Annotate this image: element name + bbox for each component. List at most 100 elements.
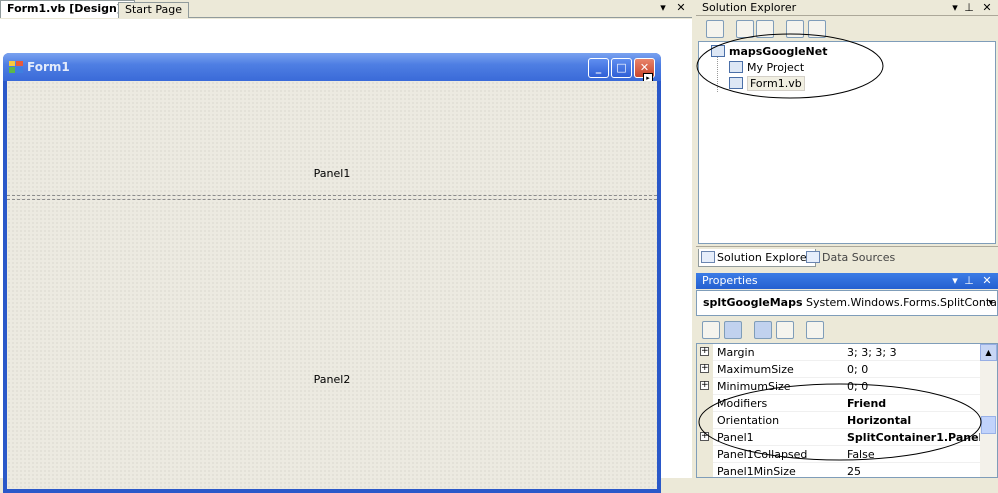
minimize-button[interactable]: _ bbox=[588, 58, 609, 78]
pane-close-icon[interactable]: ✕ bbox=[980, 274, 994, 288]
property-value[interactable]: 3; 3; 3; 3 bbox=[847, 344, 897, 361]
property-gutter: + bbox=[697, 361, 713, 378]
tab-data-sources[interactable]: Data Sources bbox=[804, 249, 899, 267]
form-icon bbox=[9, 61, 23, 73]
designer-area: Form1.vb [Design]* Start Page ▾ ✕ Form1 … bbox=[0, 0, 692, 493]
property-gutter bbox=[697, 412, 713, 429]
property-value[interactable]: Horizontal bbox=[847, 412, 911, 429]
panel2-label: Panel2 bbox=[313, 373, 351, 386]
property-row[interactable]: Panel1Collapsed False bbox=[697, 446, 980, 463]
form-file-icon bbox=[729, 77, 743, 89]
property-gutter bbox=[697, 446, 713, 463]
property-value[interactable]: 0; 0 bbox=[847, 361, 868, 378]
property-name: Panel1MinSize bbox=[717, 465, 796, 478]
scroll-up-icon[interactable]: ▲ bbox=[980, 344, 997, 361]
property-pages-icon[interactable] bbox=[806, 321, 824, 339]
property-name: MinimumSize bbox=[717, 380, 791, 393]
solution-tree: mapsGoogleNet My Project Form1.vb bbox=[698, 41, 996, 244]
property-row[interactable]: Modifiers Friend bbox=[697, 395, 980, 412]
pane-tab-strip: Solution Explorer Data Sources bbox=[696, 246, 998, 268]
scroll-thumb[interactable] bbox=[981, 416, 996, 434]
tree-item-label: Form1.vb bbox=[747, 76, 805, 91]
tab-start-page[interactable]: Start Page bbox=[118, 2, 189, 18]
object-selector[interactable]: spltGoogleMaps System.Windows.Forms.Spli… bbox=[696, 290, 998, 316]
property-value[interactable]: Friend bbox=[847, 395, 886, 412]
tree-lines bbox=[717, 56, 727, 92]
property-value[interactable]: SplitContainer1.Panel1 bbox=[847, 429, 990, 446]
property-row[interactable]: Panel1MinSize 25 bbox=[697, 463, 980, 478]
solution-explorer-icon bbox=[701, 251, 715, 263]
properties-toolbar bbox=[696, 318, 998, 342]
project-icon bbox=[711, 45, 725, 57]
properties-title: Properties bbox=[702, 274, 758, 287]
property-row[interactable]: + MinimumSize 0; 0 bbox=[697, 378, 980, 395]
view-code-icon[interactable] bbox=[786, 20, 804, 38]
tab-label: Solution Explorer bbox=[717, 251, 812, 264]
object-name: spltGoogleMaps bbox=[703, 296, 803, 309]
form-titlebar[interactable]: Form1 _ □ ✕ ▸ bbox=[3, 53, 661, 83]
panel1-label: Panel1 bbox=[313, 167, 351, 180]
view-designer-icon[interactable] bbox=[808, 20, 826, 38]
property-name: Panel1Collapsed bbox=[717, 448, 808, 461]
properties-view-icon[interactable] bbox=[754, 321, 772, 339]
property-name: Orientation bbox=[717, 414, 780, 427]
object-type: System.Windows.Forms.SplitContaine bbox=[806, 296, 998, 309]
properties-header: Properties ▾ ⊥ ✕ bbox=[696, 273, 998, 289]
tree-item-form1[interactable]: Form1.vb bbox=[729, 76, 805, 92]
property-name: MaximumSize bbox=[717, 363, 794, 376]
maximize-button[interactable]: □ bbox=[611, 58, 632, 78]
panel2[interactable]: Panel2 bbox=[7, 201, 657, 489]
property-gutter bbox=[697, 463, 713, 477]
pane-close-icon[interactable]: ✕ bbox=[980, 1, 994, 15]
pane-dropdown-icon[interactable]: ▾ bbox=[948, 274, 962, 288]
refresh-icon[interactable] bbox=[756, 20, 774, 38]
tab-list-dropdown-icon[interactable]: ▾ bbox=[656, 1, 670, 15]
panel1[interactable]: Panel1 bbox=[7, 81, 657, 196]
chevron-down-icon[interactable]: ▾ bbox=[988, 291, 993, 315]
property-row[interactable]: + MaximumSize 0; 0 bbox=[697, 361, 980, 378]
expand-plus-icon[interactable]: + bbox=[700, 432, 709, 441]
document-tab-strip: Form1.vb [Design]* Start Page ▾ ✕ bbox=[0, 0, 692, 18]
pin-icon[interactable]: ⊥ bbox=[962, 1, 976, 15]
pane-dropdown-icon[interactable]: ▾ bbox=[948, 1, 962, 15]
my-project-icon bbox=[729, 61, 743, 73]
property-gutter bbox=[697, 395, 713, 412]
property-value[interactable]: False bbox=[847, 446, 875, 463]
form-window[interactable]: Form1 _ □ ✕ ▸ Panel1 Panel2 bbox=[3, 53, 661, 493]
tree-item-label: My Project bbox=[747, 61, 805, 74]
property-value[interactable]: 25 bbox=[847, 463, 861, 477]
form-title: Form1 bbox=[27, 60, 70, 74]
property-name: Panel1 bbox=[717, 431, 754, 444]
tree-root-project[interactable]: mapsGoogleNet bbox=[711, 44, 827, 60]
tab-solution-explorer[interactable]: Solution Explorer bbox=[698, 249, 817, 267]
property-row[interactable]: + Panel1 SplitContainer1.Panel1 bbox=[697, 429, 990, 446]
categorized-icon[interactable] bbox=[702, 321, 720, 339]
property-gutter: + bbox=[697, 429, 713, 446]
show-all-files-icon[interactable] bbox=[736, 20, 754, 38]
properties-page-icon[interactable] bbox=[706, 20, 724, 38]
property-name: Margin bbox=[717, 346, 755, 359]
close-document-icon[interactable]: ✕ bbox=[674, 1, 688, 15]
data-sources-icon bbox=[806, 251, 820, 263]
expand-plus-icon[interactable]: + bbox=[700, 381, 709, 390]
tree-item-my-project[interactable]: My Project bbox=[729, 60, 804, 76]
tab-form1-design[interactable]: Form1.vb [Design]* bbox=[0, 0, 135, 18]
property-gutter: + bbox=[697, 378, 713, 395]
split-container[interactable]: Panel1 Panel2 bbox=[7, 81, 657, 489]
alphabetical-icon[interactable] bbox=[724, 321, 742, 339]
design-surface: Form1 _ □ ✕ ▸ Panel1 Panel2 bbox=[0, 19, 692, 493]
property-name: Modifiers bbox=[717, 397, 768, 410]
property-value[interactable]: 0; 0 bbox=[847, 378, 868, 395]
property-row[interactable]: Orientation Horizontal bbox=[697, 412, 980, 429]
solution-explorer-title: Solution Explorer bbox=[702, 1, 797, 14]
expand-plus-icon[interactable]: + bbox=[700, 347, 709, 356]
tree-root-label: mapsGoogleNet bbox=[729, 45, 828, 58]
splitter-bar[interactable] bbox=[7, 196, 657, 200]
property-gutter: + bbox=[697, 344, 713, 361]
events-lightning-icon[interactable] bbox=[776, 321, 794, 339]
property-grid-scrollbar[interactable]: ▲ bbox=[980, 344, 997, 477]
expand-plus-icon[interactable]: + bbox=[700, 364, 709, 373]
solution-explorer-header: Solution Explorer ▾ ⊥ ✕ bbox=[696, 0, 998, 16]
pin-icon[interactable]: ⊥ bbox=[962, 274, 976, 288]
property-row[interactable]: + Margin 3; 3; 3; 3 bbox=[697, 344, 980, 361]
